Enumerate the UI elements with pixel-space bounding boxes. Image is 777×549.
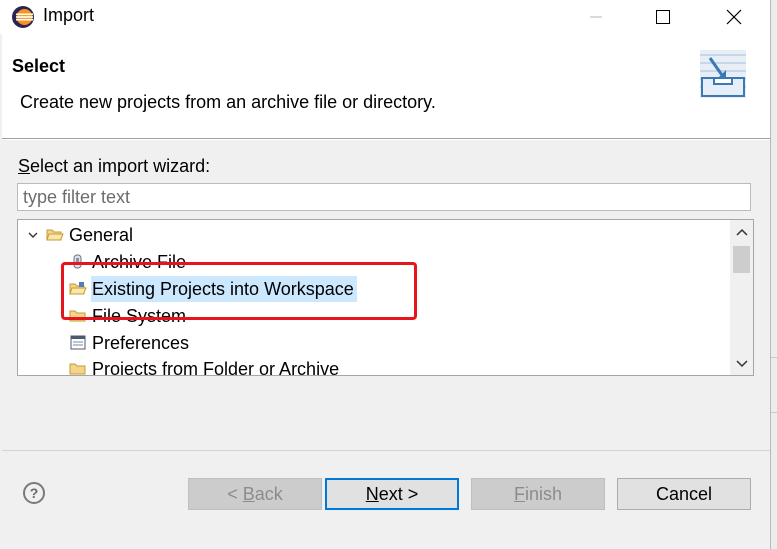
tree-item-label: File System	[92, 306, 187, 326]
folder-icon	[69, 307, 87, 325]
back-button[interactable]: < Back	[188, 478, 322, 510]
finish-label: inish	[524, 483, 563, 504]
page-title: Select	[12, 56, 66, 76]
chevron-down-icon	[735, 359, 748, 367]
maximize-button[interactable]	[640, 0, 686, 34]
tree-item-label: Existing Projects into Workspace	[91, 276, 357, 302]
eclipse-icon	[12, 6, 34, 28]
archive-file-icon	[69, 253, 87, 271]
tree-item-file-system[interactable]: File System	[69, 303, 189, 329]
finish-button[interactable]: Finish	[471, 478, 605, 510]
back-mnemonic: B	[242, 483, 255, 504]
back-label: ack	[254, 483, 283, 504]
scrollbar-thumb[interactable]	[733, 246, 750, 273]
label-mnemonic: S	[18, 156, 31, 176]
filter-input[interactable]	[17, 183, 751, 211]
preferences-icon	[69, 334, 87, 352]
close-button[interactable]	[711, 0, 757, 34]
chevron-down-icon[interactable]	[26, 228, 40, 242]
chevron-up-icon	[735, 228, 748, 236]
cancel-label: Cancel	[655, 483, 713, 504]
import-wizard-icon	[700, 50, 746, 98]
tree-item-general[interactable]: General	[18, 222, 718, 248]
next-label: ext >	[378, 483, 419, 504]
window-title: Import	[43, 5, 95, 25]
tree-item-label: Preferences	[92, 333, 190, 353]
tree-item-preferences[interactable]: Preferences	[69, 330, 192, 356]
title-bar: Import	[0, 0, 770, 34]
scroll-up-button[interactable]	[730, 220, 753, 243]
back-prefix: <	[227, 483, 243, 504]
background-window	[770, 0, 777, 549]
tree-item-existing-projects[interactable]: Existing Projects into Workspace	[69, 276, 357, 302]
background-divider	[770, 357, 777, 358]
tree-item-archive-file[interactable]: Archive File	[69, 249, 189, 275]
page-description: Create new projects from an archive file…	[20, 92, 436, 112]
tree-category-label: General	[69, 225, 134, 245]
import-dialog: Import Select Create new projects from a…	[0, 0, 771, 549]
minimize-icon	[590, 16, 602, 18]
folder-open-icon	[46, 226, 64, 244]
header-separator	[2, 139, 770, 140]
tree-item-label: Projects from Folder or Archive	[92, 359, 340, 376]
wizard-header: Select Create new projects from an archi…	[2, 34, 770, 139]
help-icon[interactable]: ?	[23, 482, 45, 504]
minimize-button[interactable]	[573, 0, 619, 34]
next-button[interactable]: Next >	[325, 478, 459, 510]
scroll-down-button[interactable]	[730, 352, 753, 375]
tree-item-label: Archive File	[92, 252, 187, 272]
label-text: elect an import wizard:	[30, 156, 211, 176]
maximize-icon	[656, 10, 670, 24]
folder-open-icon	[69, 280, 87, 298]
cancel-button[interactable]: Cancel	[617, 478, 751, 510]
import-wizard-label: Select an import wizard:	[18, 156, 210, 177]
wizard-tree[interactable]: General Archive File Existing Projects i…	[17, 219, 754, 376]
background-divider	[770, 412, 777, 413]
folder-icon	[69, 360, 87, 375]
button-bar-separator	[2, 450, 770, 451]
tree-scrollbar[interactable]	[730, 220, 753, 375]
next-mnemonic: N	[365, 483, 379, 504]
tree-item-projects-from-folder[interactable]: Projects from Folder or Archive	[69, 356, 342, 376]
close-icon	[726, 9, 742, 25]
finish-mnemonic: F	[513, 483, 525, 504]
